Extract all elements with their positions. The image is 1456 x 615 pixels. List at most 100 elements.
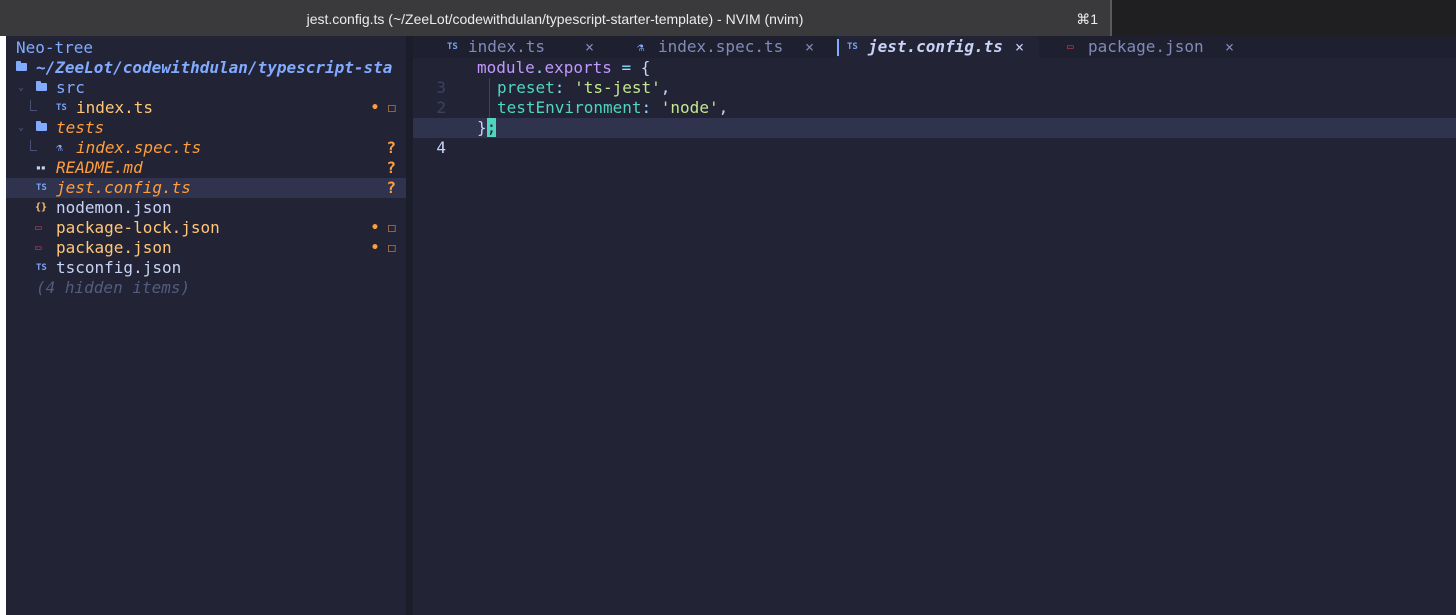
typescript-file-icon: TS — [447, 42, 458, 52]
tree-item-label: index.ts — [76, 98, 154, 117]
tree-item-package-lock[interactable]: ▭ package-lock.json • ☐ — [6, 218, 406, 238]
title-bar: jest.config.ts (~/ZeeLot/codewithdulan/t… — [0, 0, 1110, 36]
close-icon[interactable]: × — [805, 36, 814, 58]
tab-bar: TS index.ts × ⚗ index.spec.ts × TS jest.… — [413, 36, 1456, 58]
tree-item-label: index.spec.ts — [76, 138, 202, 157]
markdown-icon: ▪▪ — [36, 163, 46, 172]
git-status-badge: ? — [386, 158, 396, 177]
editor-pane: TS index.ts × ⚗ index.spec.ts × TS jest.… — [413, 36, 1456, 615]
tab-jest-config-ts[interactable]: TS jest.config.ts × — [837, 36, 1039, 58]
tree-hidden-items[interactable]: (4 hidden items) — [6, 278, 406, 298]
code-token: : — [641, 98, 652, 117]
code-line-current[interactable]: 4 }; — [413, 118, 1456, 157]
tree-item-tsconfig[interactable]: TS tsconfig.json — [6, 258, 406, 278]
typescript-file-icon: TS — [36, 183, 47, 193]
chevron-down-icon: ⌄ — [18, 82, 25, 93]
folder-open-icon — [36, 121, 47, 131]
close-icon[interactable]: × — [1015, 36, 1024, 58]
tree-item-label: src — [56, 78, 85, 97]
git-status-badge: ? — [386, 178, 396, 197]
tree-item-tests[interactable]: ⌄ tests — [6, 118, 406, 138]
tab-index-ts[interactable]: TS index.ts × — [443, 36, 613, 58]
tree-guide — [30, 140, 37, 151]
folder-open-icon — [36, 81, 47, 91]
tab-label: index.ts — [468, 37, 546, 56]
flask-icon: ⚗ — [637, 40, 645, 54]
typescript-file-icon: TS — [847, 42, 858, 52]
flask-icon: ⚗ — [56, 141, 63, 154]
tree-item-index-spec-ts[interactable]: ⚗ index.spec.ts ? — [6, 138, 406, 158]
code-text: preset: 'ts-jest', — [497, 78, 670, 98]
code-token: = — [611, 58, 641, 77]
tree-item-label: tsconfig.json — [56, 258, 182, 277]
typescript-file-icon: TS — [56, 103, 67, 113]
tree-item-label: package.json — [56, 238, 172, 257]
code-token: preset — [497, 78, 555, 97]
title-bar-empty — [1112, 0, 1456, 36]
code-token: { — [640, 58, 651, 77]
code-text: module.exports = { — [477, 58, 650, 78]
npm-icon: ▭ — [35, 221, 42, 234]
window-title: jest.config.ts (~/ZeeLot/codewithdulan/t… — [306, 11, 804, 27]
git-status-badge: • ☐ — [370, 100, 396, 116]
indent-guide — [489, 98, 490, 118]
tree-item-label: README.md — [56, 158, 143, 177]
code-text: testEnvironment: 'node', — [497, 98, 728, 118]
indent-guide — [489, 78, 490, 98]
active-tab-indicator — [837, 39, 839, 56]
code-text: }; — [477, 118, 497, 138]
tree-item-label: nodemon.json — [56, 198, 172, 217]
close-icon[interactable]: × — [585, 36, 594, 58]
tree-guide — [30, 100, 37, 111]
npm-icon: ▭ — [35, 241, 42, 254]
tree-item-src[interactable]: ⌄ src — [6, 78, 406, 98]
tree-root[interactable]: ~/ZeeLot/codewithdulan/typescript-sta — [6, 58, 406, 78]
git-status-badge: • ☐ — [370, 240, 396, 256]
code-token: , — [718, 98, 729, 117]
close-icon[interactable]: × — [1225, 36, 1234, 58]
code-token: testEnvironment — [497, 98, 642, 117]
text-cursor: ; — [486, 118, 497, 137]
code-token: . — [534, 58, 545, 77]
tree-item-label: (4 hidden items) — [36, 278, 191, 297]
window-shortcut: ⌘1 — [1076, 11, 1098, 27]
tab-package-json[interactable]: ▭ package.json × — [1063, 36, 1253, 58]
neo-tree-sidebar: Neo-tree ~/ZeeLot/codewithdulan/typescri… — [6, 36, 406, 615]
git-status-badge: ? — [386, 138, 396, 157]
tree-root-path: ~/ZeeLot/codewithdulan/typescript-sta — [36, 58, 393, 77]
tree-item-label: jest.config.ts — [56, 178, 191, 197]
tab-index-spec-ts[interactable]: ⚗ index.spec.ts × — [633, 36, 833, 58]
code-token: module — [477, 58, 535, 77]
tab-label: index.spec.ts — [658, 37, 784, 56]
git-status-badge: • ☐ — [370, 220, 396, 236]
tab-label: package.json — [1088, 37, 1204, 56]
tree-item-readme[interactable]: ▪▪ README.md ? — [6, 158, 406, 178]
tree-item-label: tests — [56, 118, 105, 137]
tree-item-nodemon[interactable]: {} nodemon.json — [6, 198, 406, 218]
json-braces-icon: {} — [35, 202, 48, 213]
tree-item-package-json[interactable]: ▭ package.json • ☐ — [6, 238, 406, 258]
npm-icon: ▭ — [1067, 40, 1074, 53]
code-line[interactable]: 1 testEnvironment: 'node', — [413, 98, 1456, 137]
folder-open-icon — [16, 61, 27, 71]
code-token: 'ts-jest' — [574, 78, 661, 97]
tab-label: jest.config.ts — [868, 37, 1003, 56]
tree-item-index-ts[interactable]: TS index.ts • ☐ — [6, 98, 406, 118]
neo-tree-header: Neo-tree — [16, 38, 94, 57]
code-line[interactable]: 2 preset: 'ts-jest', — [413, 78, 1456, 117]
code-token: , — [660, 78, 671, 97]
tree-item-jest-config[interactable]: TS jest.config.ts ? — [6, 178, 406, 198]
code-token: 'node' — [660, 98, 719, 117]
code-token: : — [554, 78, 565, 97]
chevron-down-icon: ⌄ — [18, 122, 25, 133]
line-number: 4 — [436, 138, 446, 157]
code-token: exports — [544, 58, 612, 77]
code-token: } — [477, 118, 487, 137]
app-window: jest.config.ts (~/ZeeLot/codewithdulan/t… — [0, 0, 1456, 615]
tree-item-label: package-lock.json — [56, 218, 220, 237]
code-line[interactable]: 3 module.exports = { — [413, 58, 1456, 97]
window-split[interactable] — [406, 36, 413, 615]
tsconfig-icon: TS — [36, 263, 47, 273]
